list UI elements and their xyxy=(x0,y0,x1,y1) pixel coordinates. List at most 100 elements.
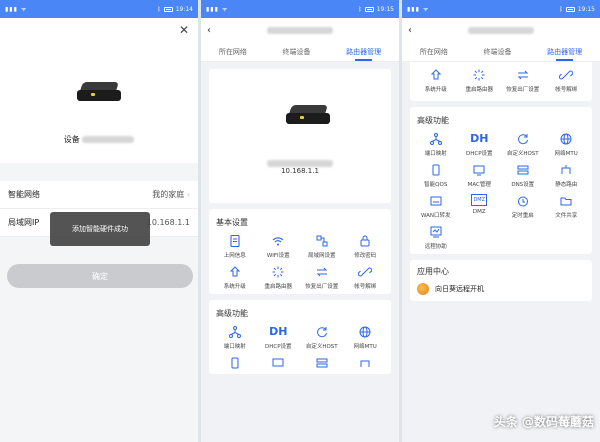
bluetooth-icon: ᛒ xyxy=(157,5,161,13)
route-icon xyxy=(561,165,571,174)
grid-item-label: DMZ xyxy=(472,209,486,215)
dh-icon: DH xyxy=(269,325,288,338)
grid-item-label: 网络MTU xyxy=(353,344,377,350)
network-nodes-icon xyxy=(429,133,442,145)
section-title: 基本设置 xyxy=(216,218,248,227)
grid-item-factory-reset[interactable]: 恢复出厂设置 xyxy=(300,265,344,290)
grid-item-label: 智能QOS xyxy=(424,182,448,188)
upgrade-arrow-icon xyxy=(430,69,441,80)
grid-item-static-route[interactable]: 静态路由 xyxy=(545,163,589,188)
grid-item-mtu[interactable]: 网络MTU xyxy=(545,132,589,157)
remote-screen-icon xyxy=(430,226,442,238)
grid-item-label: WIFI设置 xyxy=(266,253,290,259)
device-header: ✕ 设备 xyxy=(0,18,198,163)
grid-item-password[interactable]: 修改密码 xyxy=(344,234,388,259)
tab-router-manage[interactable]: 路由器管理 xyxy=(547,42,582,61)
grid-item-unbind[interactable]: 帐号解绑 xyxy=(344,265,388,290)
refresh-icon xyxy=(316,327,327,338)
confirm-button[interactable]: 确定 xyxy=(7,264,193,288)
grid-item-label: 自定义HOST xyxy=(506,151,539,157)
tab-devices[interactable]: 终端设备 xyxy=(282,42,310,61)
close-icon[interactable]: ✕ xyxy=(179,23,189,37)
row-value: 我的家庭 xyxy=(152,190,185,199)
app-center-card: 应用中心 向日葵远程开机 xyxy=(410,260,592,301)
unlink-icon xyxy=(559,70,574,80)
row-label: 局域网IP xyxy=(8,218,40,227)
grid-item-internet-info[interactable]: 上网信息 xyxy=(213,234,257,259)
device-id-blurred xyxy=(267,160,333,167)
grid-item-qos[interactable]: 智能QOS xyxy=(414,163,458,188)
grid-item-label: 端口映射 xyxy=(223,344,246,350)
grid-item-custom-host[interactable]: 自定义HOST xyxy=(300,325,344,350)
section-title: 应用中心 xyxy=(417,267,449,276)
grid-item-reboot[interactable]: 重启路由器 xyxy=(458,68,502,93)
grid-item-label: 系统升级 xyxy=(424,87,447,93)
grid-item-label: 端口映射 xyxy=(424,151,447,157)
scroll-content[interactable]: 系统升级 重启路由器 恢复出厂设置 帐号解绑 高级功能 端口映射 DH DHCP设… xyxy=(402,62,600,301)
watermark: 头条 @数码莓蘑菇 xyxy=(493,415,594,429)
tab-network[interactable]: 所在网络 xyxy=(219,42,247,61)
grid-item-timed-reboot[interactable]: 定时重启 xyxy=(501,194,545,219)
grid-item-label: 恢复出厂设置 xyxy=(506,87,540,93)
page-header: ‹ xyxy=(402,18,600,42)
dmz-icon: DMZ xyxy=(471,194,488,206)
grid-item-mtu[interactable]: 网络MTU xyxy=(344,325,388,350)
grid-item-reboot[interactable]: 重启路由器 xyxy=(257,265,301,290)
route-icon xyxy=(360,360,370,367)
grid-item-partial[interactable] xyxy=(344,356,388,370)
grid-item-label: 定时重启 xyxy=(511,213,534,219)
signal-icon: ▮▮▮ ᯤ xyxy=(5,6,28,13)
app-item-sunflower[interactable]: 向日葵远程开机 xyxy=(417,283,585,295)
grid-item-dhcp[interactable]: DH DHCP设置 xyxy=(257,325,301,350)
app-item-label: 向日葵远程开机 xyxy=(435,285,484,293)
grid-item-lan[interactable]: 局域网设置 xyxy=(300,234,344,259)
lan-icon xyxy=(316,235,328,247)
page-title-blurred xyxy=(468,26,534,34)
grid-item-partial[interactable] xyxy=(257,356,301,370)
grid-item-partial[interactable] xyxy=(300,356,344,370)
grid-item-upgrade[interactable]: 系统升级 xyxy=(213,265,257,290)
grid-item-custom-host[interactable]: 自定义HOST xyxy=(501,132,545,157)
toast-message: 添加智能硬件成功 xyxy=(50,212,150,246)
grid-item-file-share[interactable]: 文件共享 xyxy=(545,194,589,219)
back-icon[interactable]: ‹ xyxy=(207,25,211,36)
grid-item-factory-reset[interactable]: 恢复出厂设置 xyxy=(501,68,545,93)
status-bar: ▮▮▮ ᯤ ᛒ 19:15 xyxy=(201,0,399,18)
grid-item-unbind[interactable]: 帐号解绑 xyxy=(545,68,589,93)
server-icon xyxy=(517,165,529,175)
document-icon xyxy=(230,234,240,248)
device-label: 设备 xyxy=(63,135,80,144)
panel-router-manage-scrolled: ▮▮▮ ᯤ ᛒ 19:15 ‹ 所在网络 终端设备 路由器管理 系统升级 重启路由… xyxy=(402,0,600,442)
grid-item-label: 帐号解绑 xyxy=(555,87,578,93)
status-time: 19:15 xyxy=(376,5,394,13)
grid-item-upgrade[interactable]: 系统升级 xyxy=(414,68,458,93)
back-icon[interactable]: ‹ xyxy=(408,25,412,36)
page-title-blurred xyxy=(267,26,333,34)
grid-item-dns[interactable]: DNS设置 xyxy=(501,163,545,188)
advanced-card: 高级功能 端口映射 DH DHCP设置 自定义HOST 网络MTU xyxy=(209,300,391,374)
row-label: 智能网络 xyxy=(8,190,40,199)
tab-router-manage[interactable]: 路由器管理 xyxy=(346,42,381,61)
sunflower-icon xyxy=(417,283,429,295)
bluetooth-icon: ᛒ xyxy=(559,5,563,13)
grid-item-dhcp[interactable]: DH DHCP设置 xyxy=(458,132,502,157)
tab-network[interactable]: 所在网络 xyxy=(420,42,448,61)
wifi-icon xyxy=(272,237,284,246)
grid-item-port-map[interactable]: 端口映射 xyxy=(213,325,257,350)
grid-item-partial[interactable] xyxy=(213,356,257,370)
status-bar: ▮▮▮ ᯤ ᛒ 19:15 xyxy=(402,0,600,18)
tab-bar: 所在网络 终端设备 路由器管理 xyxy=(402,42,600,62)
router-image xyxy=(77,82,121,102)
row-smart-network[interactable]: 智能网络 我的家庭 › xyxy=(0,181,198,209)
grid-item-dmz[interactable]: DMZ DMZ xyxy=(458,194,502,219)
advanced-card: 高级功能 端口映射 DH DHCP设置 自定义HOST 网络MTU 智能QOS M… xyxy=(410,107,592,254)
tab-bar: 所在网络 终端设备 路由器管理 xyxy=(201,42,399,62)
tab-devices[interactable]: 终端设备 xyxy=(483,42,511,61)
grid-item-wifi[interactable]: WIFI设置 xyxy=(257,234,301,259)
grid-item-remote-assist[interactable]: 远程协助 xyxy=(414,225,458,250)
alarm-clock-icon xyxy=(517,196,528,207)
grid-item-mac[interactable]: MAC管理 xyxy=(458,163,502,188)
grid-item-wan-forward[interactable]: WAN口转发 xyxy=(414,194,458,219)
grid-item-port-map[interactable]: 端口映射 xyxy=(414,132,458,157)
grid-item-label: 局域网设置 xyxy=(307,253,336,259)
